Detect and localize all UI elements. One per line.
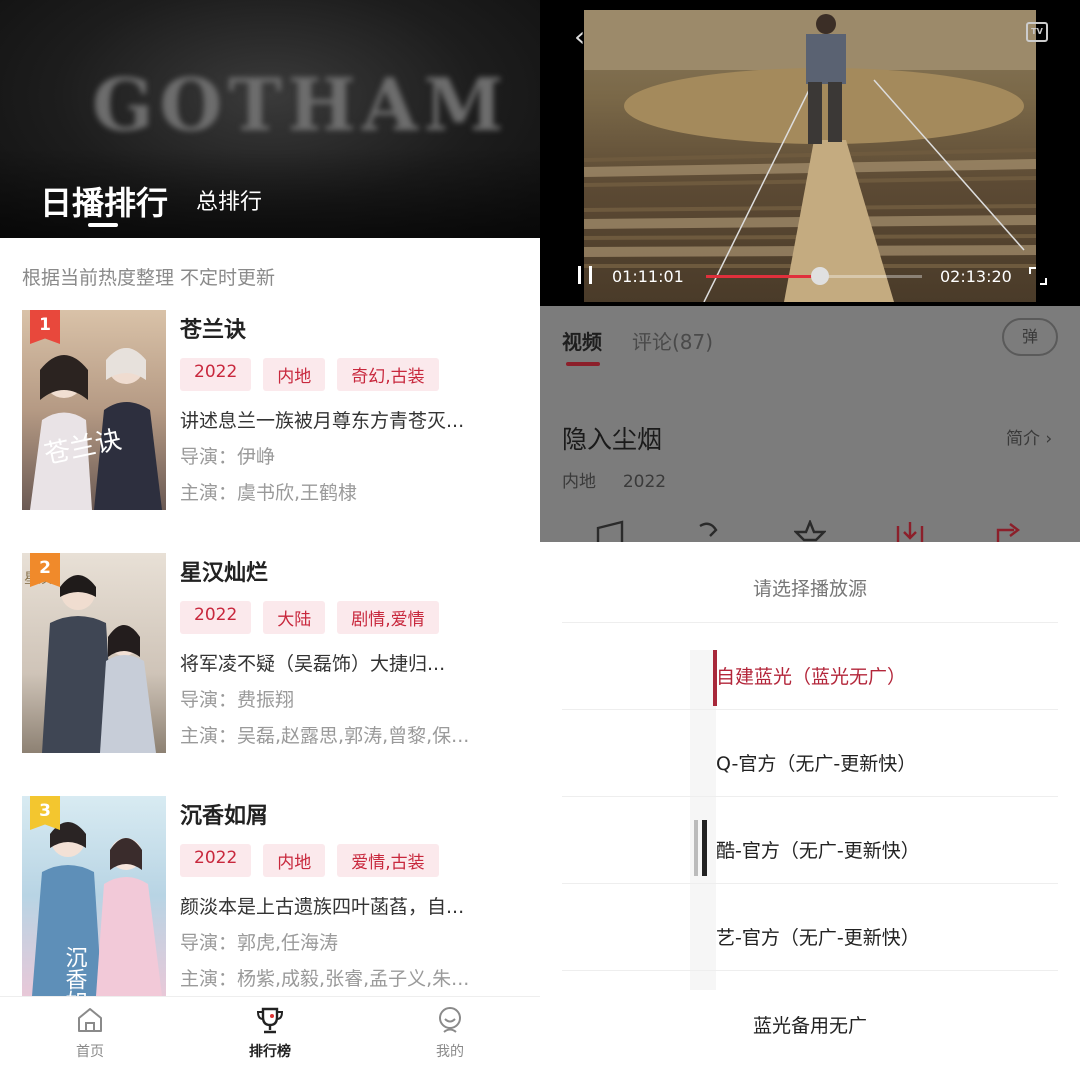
tab-daily-ranking[interactable]: 日播排行 xyxy=(40,178,168,224)
year-tag: 2022 xyxy=(180,844,252,877)
nav-ranking[interactable]: 排行榜 xyxy=(180,997,360,1087)
show-year: 2022 xyxy=(622,472,667,492)
intro-link[interactable]: 简介 › xyxy=(1006,424,1052,449)
active-tab-indicator xyxy=(88,223,118,227)
nav-mine[interactable]: 我的 xyxy=(360,997,540,1087)
ranking-item-2[interactable]: 星汉 2 星汉灿烂 2022 大陆 剧情,爱情 将军凌不疑（吴磊饰）大捷归...… xyxy=(22,553,522,753)
svg-text:沉香如屑: 沉香如屑 xyxy=(62,946,88,996)
home-icon xyxy=(78,1008,102,1032)
show-title: 隐入尘烟 xyxy=(562,425,663,454)
genre-tag: 爱情,古装 xyxy=(337,844,439,877)
show-meta: 内地 2022 xyxy=(562,467,666,492)
show-region: 内地 xyxy=(562,472,596,492)
trophy-icon xyxy=(256,1007,284,1034)
profile-icon xyxy=(439,1007,461,1033)
item-director: 导演：伊峥 xyxy=(180,446,276,468)
hero-background-title: GOTHAM xyxy=(92,62,510,147)
progress-bar[interactable] xyxy=(706,267,922,285)
nav-ranking-label: 排行榜 xyxy=(249,1044,291,1060)
year-tag: 2022 xyxy=(180,358,252,391)
ranking-item-1[interactable]: 苍兰诀 1 苍兰诀 2022 内地 奇幻,古装 讲述息兰一族被月尊东方青苍灭..… xyxy=(22,310,522,510)
forward-icon[interactable] xyxy=(994,520,1026,544)
item-title[interactable]: 苍兰诀 xyxy=(180,312,246,344)
pause-icon[interactable] xyxy=(576,264,596,286)
item-title[interactable]: 星汉灿烂 xyxy=(180,555,268,587)
progress-fill xyxy=(706,275,821,278)
fullscreen-icon[interactable] xyxy=(1028,266,1048,286)
tab-total-ranking[interactable]: 总排行 xyxy=(196,184,262,216)
genre-tag: 剧情,爱情 xyxy=(337,601,439,634)
item-description: 讲述息兰一族被月尊东方青苍灭... xyxy=(180,410,465,432)
item-director: 导演：郭虎,任海涛 xyxy=(180,932,339,954)
item-director: 导演：费振翔 xyxy=(180,689,295,711)
tv-cast-icon[interactable]: TV xyxy=(1026,22,1048,42)
active-tab-indicator xyxy=(566,362,600,366)
selected-indicator xyxy=(713,650,717,706)
item-description: 颜淡本是上古遗族四叶菡萏，自... xyxy=(180,896,465,918)
item-cast: 主演：杨紫,成毅,张睿,孟子义,朱... xyxy=(180,968,470,990)
sheet-title: 请选择播放源 xyxy=(752,578,867,600)
video-detail-screen: ‹ TV 01:11:01 02:13:20 视频 评论(87) 弹 隐入尘烟 … xyxy=(540,0,1080,1087)
poster-image[interactable]: 沉香如屑 3 xyxy=(22,796,166,996)
nav-home-label: 首页 xyxy=(76,1044,104,1060)
video-frame[interactable] xyxy=(584,10,1036,302)
source-picker-sheet: 请选择播放源 自建蓝光（蓝光无广） Q-官方（无广-更新快） 酷-官方（无广-更… xyxy=(540,542,1080,1087)
video-player[interactable]: ‹ TV 01:11:01 02:13:20 xyxy=(540,0,1080,306)
poster-image[interactable]: 星汉 2 xyxy=(22,553,166,753)
year-tag: 2022 xyxy=(180,601,252,634)
back-icon[interactable]: ‹ xyxy=(574,20,585,53)
region-tag: 大陆 xyxy=(263,601,326,634)
tab-comments[interactable]: 评论(87) xyxy=(632,326,713,355)
action-bar xyxy=(594,520,1054,544)
danmaku-toggle[interactable]: 弹 xyxy=(1002,318,1058,356)
bottom-navigation: 首页 排行榜 我的 xyxy=(0,996,540,1087)
download-icon[interactable] xyxy=(894,520,926,544)
item-title[interactable]: 沉香如屑 xyxy=(180,798,268,830)
item-cast: 主演：虞书欣,王鹤棣 xyxy=(180,482,358,504)
region-tag: 内地 xyxy=(263,844,326,877)
nav-mine-label: 我的 xyxy=(436,1044,464,1060)
poster-image[interactable]: 苍兰诀 1 xyxy=(22,310,166,510)
ranking-notice: 根据当前热度整理 不定时更新 xyxy=(22,267,276,289)
ranking-screen: GOTHAM 日播排行 总排行 根据当前热度整理 不定时更新 苍兰诀 1 苍兰诀… xyxy=(0,0,540,1087)
item-cast: 主演：吴磊,赵露思,郭涛,曾黎,保... xyxy=(180,725,470,747)
hero-banner: GOTHAM 日播排行 总排行 xyxy=(0,0,540,238)
source-option-5[interactable]: 蓝光备用无广 xyxy=(540,1011,1080,1038)
tab-video[interactable]: 视频 xyxy=(562,326,602,355)
item-description: 将军凌不疑（吴磊饰）大捷归... xyxy=(180,653,446,675)
ranking-item-3[interactable]: 沉香如屑 3 沉香如屑 2022 内地 爱情,古装 颜淡本是上古遗族四叶菡萏，自… xyxy=(22,796,522,996)
current-time: 01:11:01 xyxy=(612,267,684,286)
star-icon[interactable] xyxy=(794,520,826,544)
total-time: 02:13:20 xyxy=(940,267,1012,286)
share-icon[interactable] xyxy=(594,520,626,544)
link-icon[interactable] xyxy=(694,520,726,544)
nav-home[interactable]: 首页 xyxy=(0,997,180,1087)
region-tag: 内地 xyxy=(263,358,326,391)
genre-tag: 奇幻,古装 xyxy=(337,358,439,391)
